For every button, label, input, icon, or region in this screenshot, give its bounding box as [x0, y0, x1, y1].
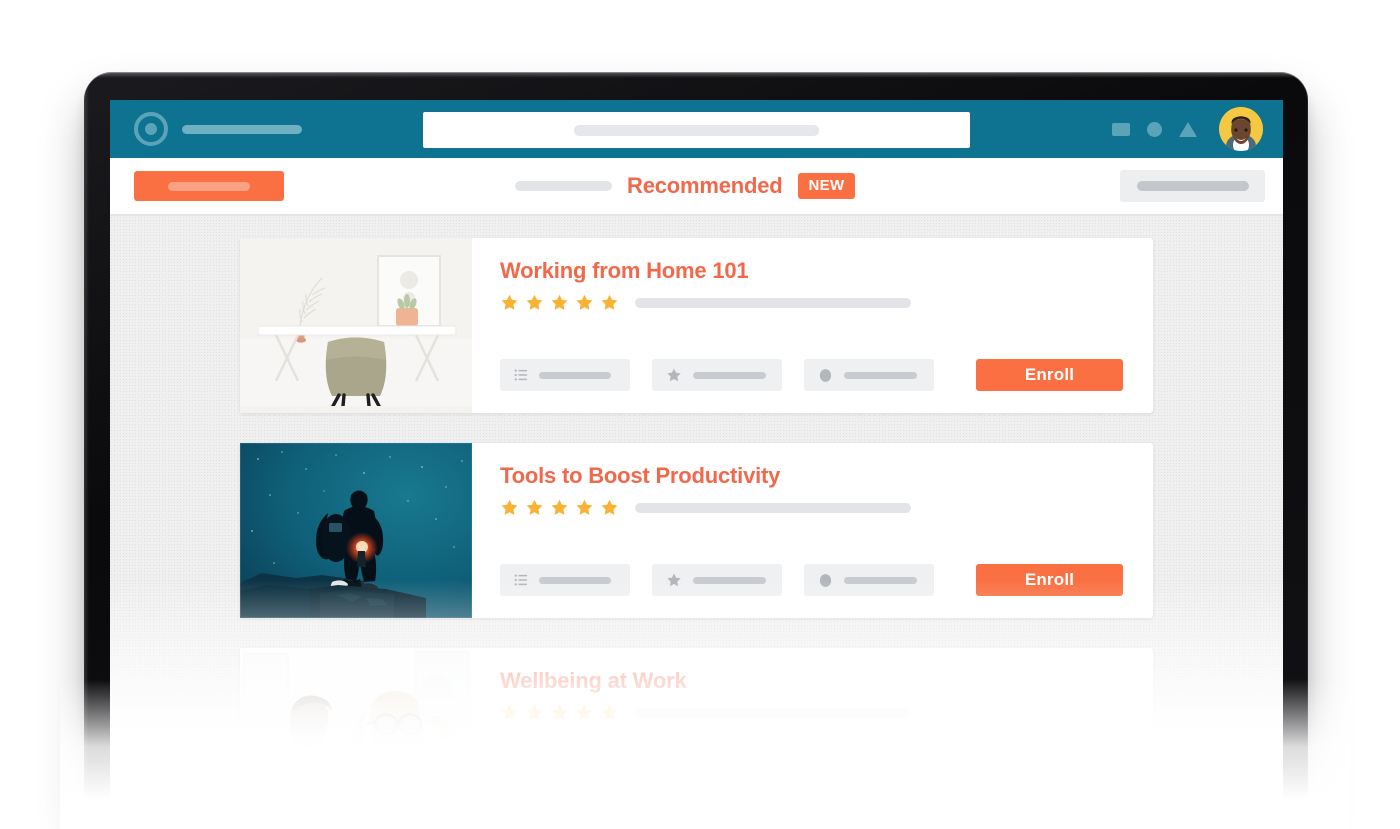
course-list: Working from Home 101 Enroll Tools to Bo… — [110, 216, 1283, 810]
meta-chip-label-placeholder — [693, 371, 766, 379]
meta-chip-label-placeholder — [539, 576, 611, 584]
primary-action-button[interactable] — [134, 171, 284, 201]
avatar[interactable] — [1219, 107, 1263, 151]
meta-chip-label-placeholder — [844, 576, 917, 584]
course-meta-row: Enroll — [500, 769, 1123, 801]
primary-action-label-placeholder — [168, 181, 250, 191]
status-badge: NEW — [797, 173, 856, 199]
star-icon — [667, 573, 681, 587]
meta-chip-label-placeholder — [539, 371, 611, 379]
course-rating — [500, 703, 1127, 722]
rating-count-placeholder — [635, 707, 911, 718]
star-icon — [550, 703, 569, 722]
star-icon — [550, 498, 569, 517]
star-icon — [525, 703, 544, 722]
laptop-screen: Recommended NEW Working from Home 101 En… — [110, 100, 1283, 810]
star-icon — [525, 498, 544, 517]
nav-link-placeholder[interactable] — [515, 181, 612, 191]
rating-count-placeholder — [635, 502, 911, 513]
meta-chip-label-placeholder — [844, 781, 917, 789]
course-title: Working from Home 101 — [500, 258, 749, 283]
top-nav-actions — [1112, 100, 1263, 158]
rating-count-placeholder — [635, 297, 911, 308]
triangle-icon[interactable] — [1179, 121, 1197, 137]
star-icon — [575, 498, 594, 517]
list-icon — [514, 779, 528, 791]
star-icon — [667, 778, 681, 792]
star-icon — [500, 703, 519, 722]
course-card[interactable]: Tools to Boost Productivity Enroll — [240, 443, 1153, 618]
subnav-right-button[interactable] — [1120, 170, 1265, 202]
avatar-circle-icon — [819, 368, 832, 382]
enroll-button[interactable]: Enroll — [976, 359, 1123, 391]
course-meta-row: Enroll — [500, 359, 1123, 391]
app-window: Recommended NEW Working from Home 101 En… — [110, 100, 1283, 810]
top-navigation-bar — [110, 100, 1283, 158]
course-thumbnail-hiker-night — [240, 443, 472, 618]
course-title: Tools to Boost Productivity — [500, 463, 781, 488]
logo-wordmark-placeholder — [182, 124, 302, 134]
enroll-button[interactable]: Enroll — [976, 769, 1123, 801]
meta-chip-label-placeholder — [693, 576, 766, 584]
enroll-button[interactable]: Enroll — [976, 564, 1123, 596]
course-card[interactable]: Working from Home 101 Enroll — [240, 238, 1153, 413]
course-title: Wellbeing at Work — [500, 668, 687, 693]
subnav-right-label-placeholder — [1136, 181, 1249, 191]
avatar-circle-icon — [819, 573, 832, 587]
avatar-circle-icon — [819, 778, 832, 792]
search-placeholder-bar — [574, 124, 819, 136]
star-icon — [575, 293, 594, 312]
search-bar[interactable] — [423, 112, 970, 148]
course-meta-row: Enroll — [500, 564, 1123, 596]
meta-chip-label-placeholder — [539, 781, 611, 789]
course-thumbnail-white-desk — [240, 238, 472, 413]
meta-chip-instructor[interactable] — [804, 359, 934, 391]
star-icon — [600, 498, 619, 517]
laptop-mockup: Recommended NEW Working from Home 101 En… — [0, 0, 1400, 829]
meta-chip-lessons[interactable] — [500, 359, 630, 391]
list-icon — [514, 369, 528, 381]
page-title: Recommended — [627, 173, 783, 198]
meta-chip-lessons[interactable] — [500, 564, 630, 596]
subnav-center-group: Recommended NEW — [515, 173, 856, 199]
star-icon — [500, 498, 519, 517]
star-icon — [667, 368, 681, 382]
meta-chip-lessons[interactable] — [500, 769, 630, 801]
meta-chip-rating[interactable] — [652, 564, 782, 596]
star-icon — [575, 703, 594, 722]
meta-chip-instructor[interactable] — [804, 564, 934, 596]
meta-chip-rating[interactable] — [652, 769, 782, 801]
ring-logo-icon[interactable] — [134, 112, 168, 146]
logo-inner-dot — [145, 123, 157, 135]
secondary-navigation-bar: Recommended NEW — [110, 158, 1283, 216]
search-input[interactable] — [423, 112, 970, 148]
meta-chip-label-placeholder — [693, 781, 766, 789]
meta-chip-rating[interactable] — [652, 359, 782, 391]
square-icon[interactable] — [1112, 122, 1130, 136]
course-card-body: Tools to Boost Productivity Enroll — [472, 443, 1153, 618]
star-icon — [500, 293, 519, 312]
star-icon — [600, 703, 619, 722]
course-card[interactable]: Wellbeing at Work Enroll — [240, 648, 1153, 810]
course-card-body: Working from Home 101 Enroll — [472, 238, 1153, 413]
meta-chip-instructor[interactable] — [804, 769, 934, 801]
circle-icon[interactable] — [1147, 121, 1162, 137]
course-rating — [500, 498, 1127, 517]
meta-chip-label-placeholder — [844, 371, 917, 379]
star-icon — [550, 293, 569, 312]
course-thumbnail-two-women — [240, 648, 472, 810]
star-icon — [600, 293, 619, 312]
star-icon — [525, 293, 544, 312]
list-icon — [514, 574, 528, 586]
course-rating — [500, 293, 1127, 312]
course-card-body: Wellbeing at Work Enroll — [472, 648, 1153, 810]
